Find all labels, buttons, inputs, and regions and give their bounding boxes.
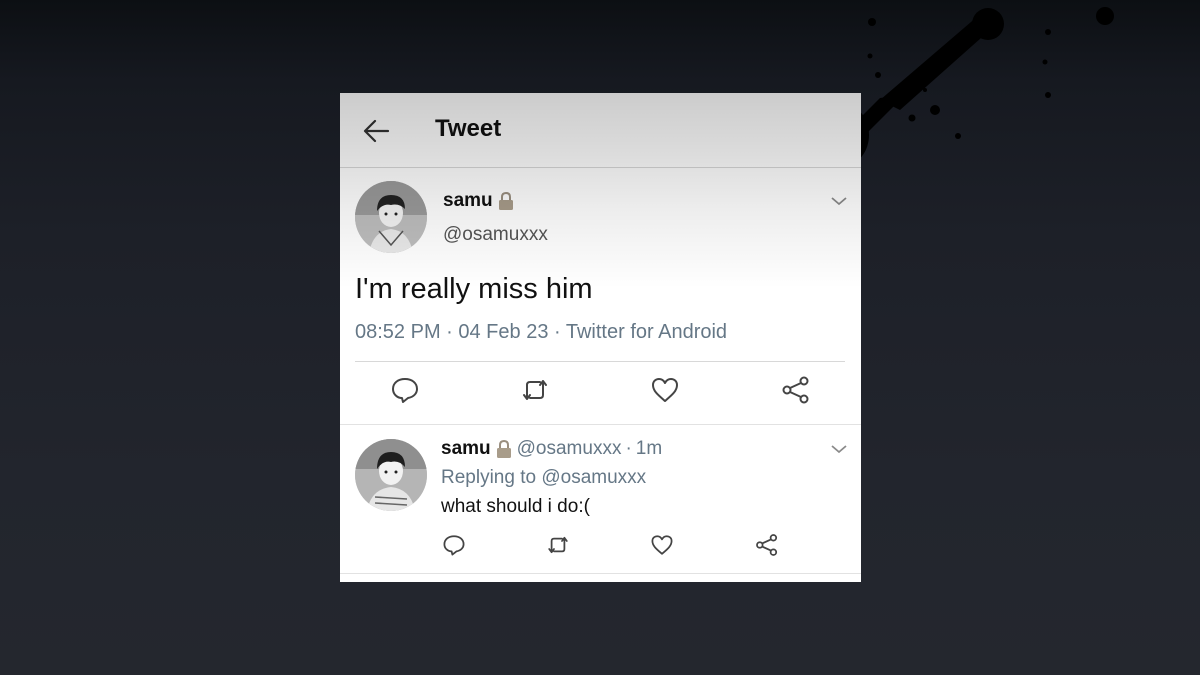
reply-button[interactable] [390, 375, 420, 405]
reply-timestamp: 1m [635, 438, 663, 459]
reply-icon [392, 378, 418, 403]
reply-options-button[interactable] [830, 441, 848, 457]
reply-author-handle: @osamuxxx [516, 438, 622, 459]
avatar[interactable] [355, 181, 427, 253]
tweet-options-button[interactable] [830, 193, 848, 209]
reply-text: what should i do:( [441, 496, 590, 517]
reply-like-button[interactable] [650, 533, 674, 557]
retweet-icon [523, 380, 547, 400]
reply-actions [340, 533, 861, 563]
retweet-icon [548, 536, 568, 554]
avatar-illustration [355, 181, 427, 253]
separator-dot: · [625, 438, 632, 459]
reply-share-button[interactable] [755, 533, 779, 557]
reply-header[interactable]: samu @osamuxxx · 1m [441, 438, 662, 460]
author-handle[interactable]: @osamuxxx [443, 224, 548, 246]
tweet-text: I'm really miss him [355, 273, 593, 305]
share-icon [756, 534, 778, 556]
share-button[interactable] [781, 375, 811, 405]
lock-icon [496, 439, 511, 458]
reply-retweet-button[interactable] [546, 533, 570, 557]
chevron-down-icon [831, 445, 847, 454]
reply-avatar[interactable] [355, 439, 427, 511]
tweet-meta: 08:52 PM · 04 Feb 23 · Twitter for Andro… [355, 321, 728, 343]
like-button[interactable] [650, 375, 680, 405]
replying-to-label[interactable]: Replying to @osamuxxx [441, 467, 646, 489]
page-title: Tweet [435, 115, 502, 142]
back-button[interactable] [358, 113, 394, 149]
top-bar: Tweet [340, 93, 861, 168]
author-name-row[interactable]: samu [443, 190, 515, 212]
reply-author-name: samu [441, 438, 491, 459]
tweet-actions [340, 375, 861, 411]
like-icon [651, 535, 673, 555]
share-icon [782, 376, 809, 404]
back-arrow-icon [363, 119, 390, 143]
reply-icon [443, 535, 465, 556]
divider [340, 424, 861, 425]
like-icon [652, 378, 678, 402]
tweet-card: Tweet samu @osamuxxx I'm really miss him… [340, 93, 861, 582]
author-name: samu [443, 190, 493, 211]
chevron-down-icon [831, 197, 847, 206]
avatar-illustration [355, 439, 427, 511]
reply-reply-button[interactable] [442, 533, 466, 557]
divider [340, 573, 861, 574]
retweet-button[interactable] [520, 375, 550, 405]
divider [355, 361, 845, 362]
lock-icon [498, 191, 513, 210]
